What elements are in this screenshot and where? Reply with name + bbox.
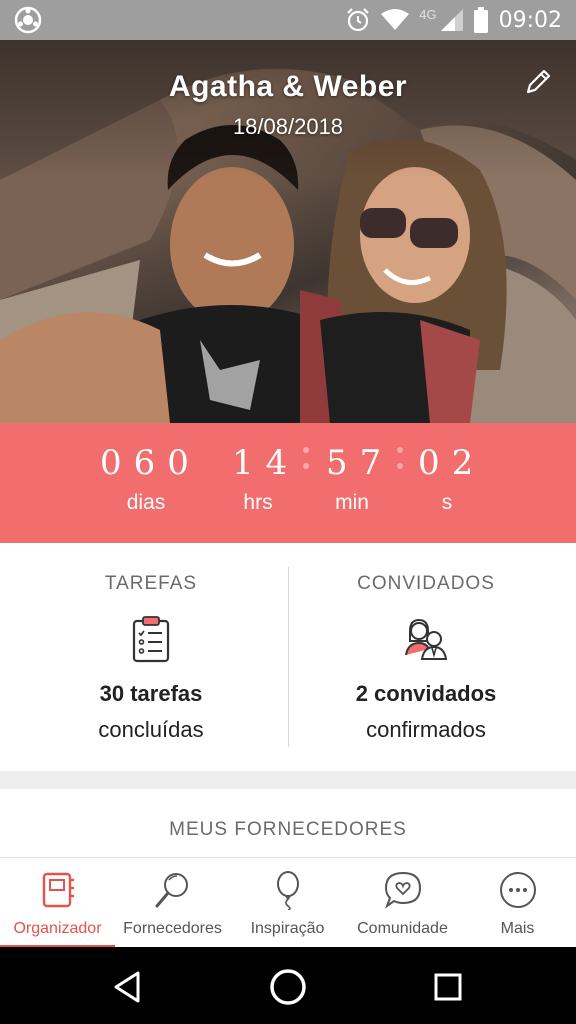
status-bar: 4G 09:02 xyxy=(0,0,576,40)
pencil-icon[interactable] xyxy=(522,66,554,98)
tasks-count: 30 tarefas xyxy=(99,681,203,706)
recents-icon[interactable] xyxy=(428,967,468,1007)
clipboard-checklist-icon xyxy=(132,616,170,663)
guests-heading: CONVIDADOS xyxy=(357,573,495,594)
nav-fornecedores[interactable]: Fornecedores xyxy=(115,858,230,948)
countdown-days-label: dias xyxy=(126,491,166,514)
countdown-minutes: 57 xyxy=(326,443,394,483)
balloon-icon xyxy=(276,871,299,910)
section-gap xyxy=(0,771,576,789)
network-type: 4G xyxy=(419,6,437,22)
guests-count: 2 convidados xyxy=(355,681,497,706)
countdown-separator xyxy=(303,447,309,477)
guests-card[interactable]: CONVIDADOS 2 convidados confirmados xyxy=(282,543,570,771)
system-navigation-bar xyxy=(0,947,576,1024)
alarm-icon xyxy=(347,8,370,32)
tasks-status: concluídas xyxy=(98,717,204,742)
battery-icon xyxy=(473,7,488,33)
couple-names: Agatha & Weber xyxy=(168,70,408,103)
countdown-hours-label: hrs xyxy=(243,491,273,514)
couple-guests-icon xyxy=(405,618,448,660)
nav-label: Comunidade xyxy=(357,920,448,937)
countdown-days: 060 xyxy=(100,443,201,483)
countdown-minutes-label: min xyxy=(335,491,369,514)
nav-organizador[interactable]: Organizador xyxy=(0,858,115,948)
countdown-seconds: 02 xyxy=(418,443,486,483)
nav-label: Mais xyxy=(500,920,535,937)
nav-label: Fornecedores xyxy=(123,920,222,937)
tasks-card[interactable]: TAREFAS 30 tarefas concluídas xyxy=(7,543,295,771)
nav-mais[interactable]: Mais xyxy=(460,858,575,948)
nav-comunidade[interactable]: Comunidade xyxy=(345,858,460,948)
bottom-navigation: Organizador Fornecedores Inspiração Comu… xyxy=(0,857,576,948)
wedding-countdown: 060 14 57 02 dias hrs min s xyxy=(0,423,576,543)
home-icon[interactable] xyxy=(268,967,308,1007)
summary-panel: TAREFAS 30 tarefas concluídas CONVIDADOS… xyxy=(0,543,576,771)
nav-label: Organizador xyxy=(13,920,102,937)
countdown-separator xyxy=(397,447,403,477)
planner-book-icon xyxy=(42,872,74,908)
countdown-hours: 14 xyxy=(232,443,300,483)
nav-inspiracao[interactable]: Inspiração xyxy=(230,858,345,948)
couple-photo-header: Agatha & Weber 18/08/2018 xyxy=(0,40,576,423)
wifi-icon xyxy=(381,9,410,30)
back-icon[interactable] xyxy=(108,967,148,1007)
app-notification-icon xyxy=(14,6,42,34)
vendors-section: MEUS FORNECEDORES xyxy=(0,789,576,857)
vendors-heading: MEUS FORNECEDORES xyxy=(169,819,407,840)
more-dots-icon xyxy=(499,872,536,908)
wedding-date: 18/08/2018 xyxy=(232,114,344,139)
chat-heart-icon xyxy=(384,871,421,909)
guests-status: confirmados xyxy=(366,717,486,742)
tasks-heading: TAREFAS xyxy=(104,573,198,594)
magnifier-icon xyxy=(155,873,188,908)
countdown-seconds-label: s xyxy=(441,491,453,514)
nav-label: Inspiração xyxy=(250,920,325,937)
signal-icon xyxy=(440,9,463,31)
clock: 09:02 xyxy=(498,7,562,33)
